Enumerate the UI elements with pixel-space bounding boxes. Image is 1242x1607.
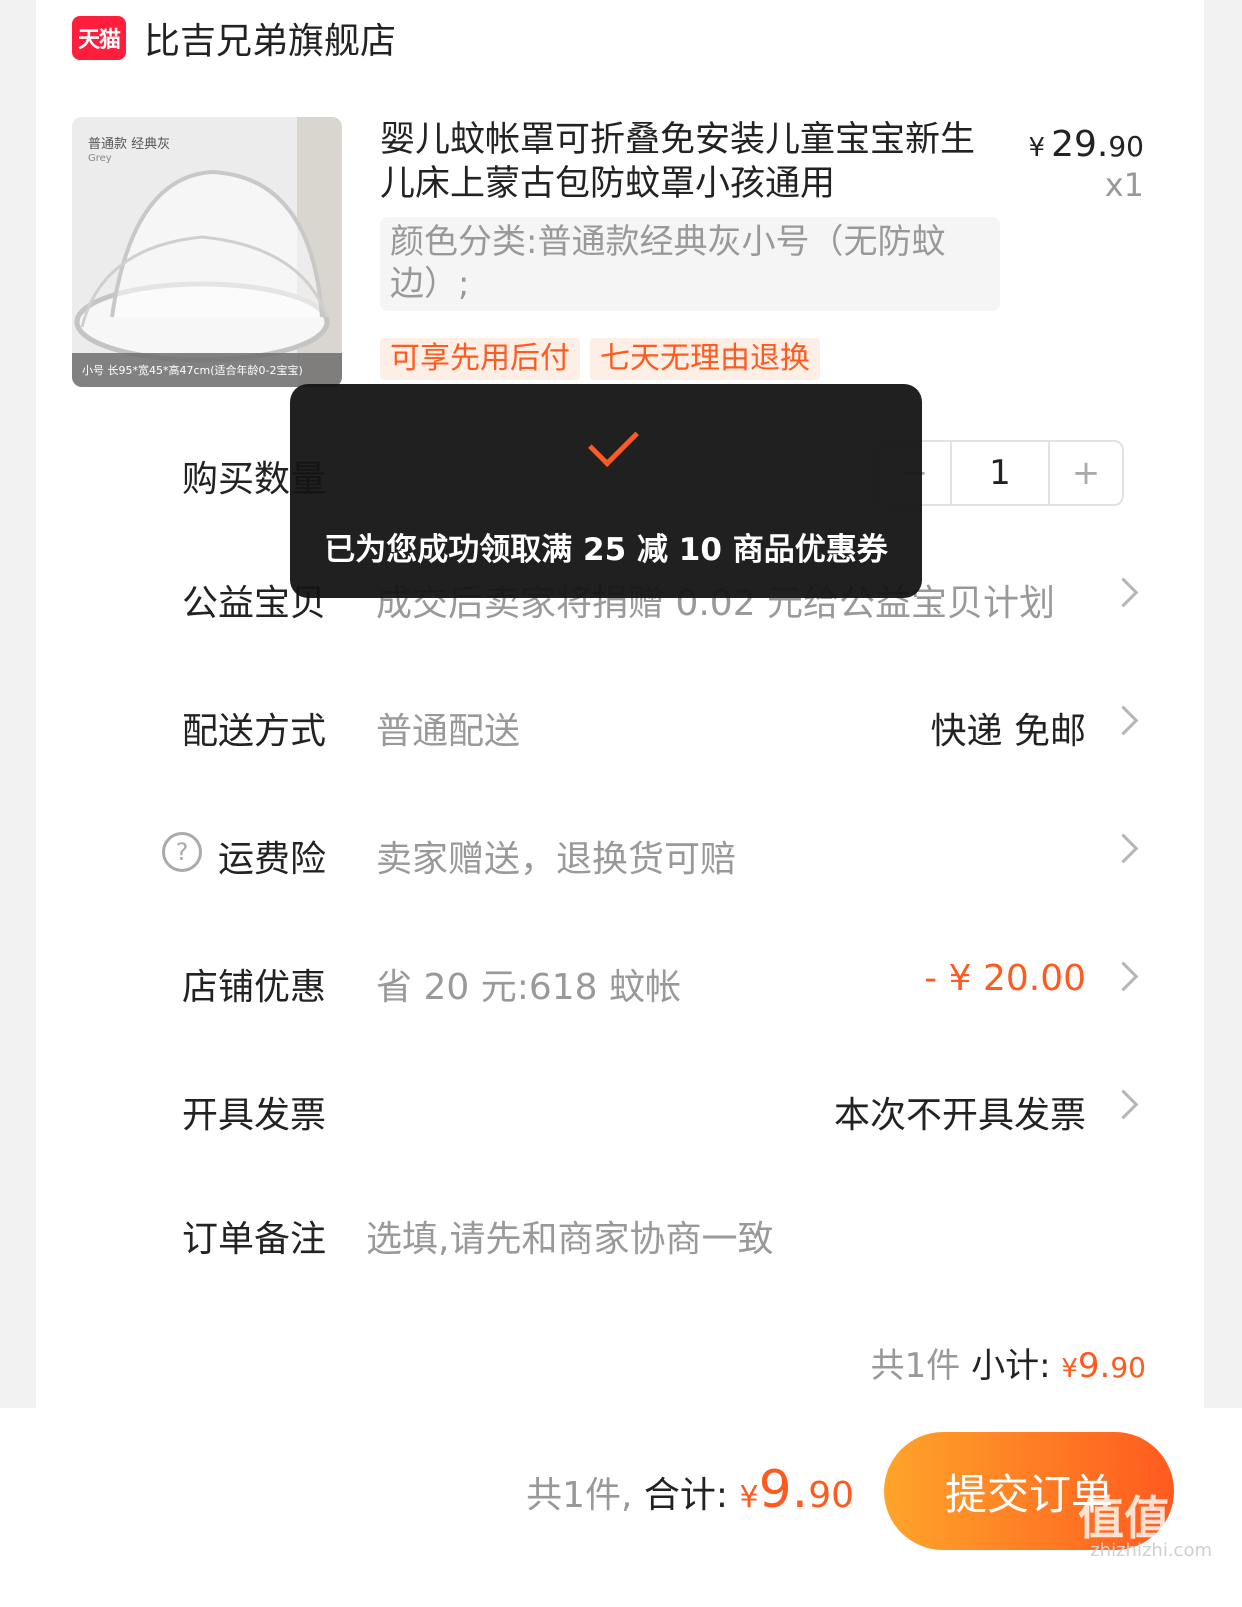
row-order-note[interactable]: 订单备注 选填,请先和商家协商一致 [36, 1190, 1204, 1270]
sku-selector[interactable]: 颜色分类:普通款经典灰小号（无防蚊边）; [380, 217, 1000, 311]
chevron-right-icon [1108, 705, 1139, 736]
price-integer: 29. [1051, 124, 1109, 165]
chevron-right-icon [1108, 577, 1139, 608]
plus-button[interactable]: + [1050, 442, 1122, 504]
subtotal-currency: ¥ [1061, 1354, 1078, 1384]
service-tags: 可享先用后付 七天无理由退换 [380, 338, 820, 380]
insurance-value: 卖家赠送，退换货可赔 [376, 839, 737, 880]
insurance-label: 运费险 [218, 839, 327, 880]
toast-message: 已为您成功领取满 25 减 10 商品优惠券 [324, 532, 888, 568]
coupon-toast: 已为您成功领取满 25 减 10 商品优惠券 [290, 384, 922, 598]
question-icon[interactable]: ? [162, 832, 202, 872]
subtotal-count: 共1件 [870, 1346, 961, 1386]
product-image[interactable]: 普通款 经典灰 Grey 小号 长95*宽45*高47cm(适合年龄0-2宝宝) [72, 117, 342, 387]
product-price: ¥29.90 [1029, 124, 1144, 165]
tmall-logo-icon: 天猫 [72, 16, 126, 60]
row-invoice[interactable]: 开具发票 本次不开具发票 [36, 1066, 1204, 1146]
note-input[interactable]: 选填,请先和商家协商一致 [366, 1210, 773, 1262]
product-title[interactable]: 婴儿蚊帐罩可折叠免安装儿童宝宝新生儿床上蒙古包防蚊罩小孩通用 [380, 118, 1000, 206]
quantity-value[interactable]: 1 [950, 442, 1050, 504]
store-name[interactable]: 比吉兄弟旗舰店 [144, 12, 396, 64]
mosquito-net-illustration [72, 117, 342, 387]
store-header[interactable]: 天猫 比吉兄弟旗舰店 [72, 10, 396, 66]
subtotal-integer: 9. [1077, 1346, 1111, 1386]
row-shipping-insurance[interactable]: ? 运费险 卖家赠送，退换货可赔 [36, 810, 1204, 890]
watermark-url: zhizhizhi.com [1090, 1540, 1212, 1561]
thumb-label: 普通款 经典灰 [88, 137, 171, 152]
subtotal-decimal: 90 [1110, 1351, 1146, 1384]
total-decimal: 90 [808, 1475, 854, 1516]
invoice-value: 本次不开具发票 [833, 1095, 1086, 1136]
delivery-method: 快递 免邮 [930, 711, 1086, 752]
subtotal-label: 小计: [971, 1346, 1051, 1386]
delivery-value: 普通配送 [376, 711, 521, 752]
subtotal: 共1件 小计: ¥9.90 [871, 1338, 1146, 1387]
watermark-logo: 值值值 [1078, 1491, 1216, 1545]
thumb-sublabel: Grey [88, 153, 112, 164]
currency-symbol: ¥ [1028, 133, 1046, 163]
price-decimal: 90 [1108, 130, 1144, 163]
note-label: 订单备注 [182, 1219, 327, 1260]
delivery-label: 配送方式 [182, 711, 327, 752]
row-delivery[interactable]: 配送方式 普通配送 快递 免邮 [36, 682, 1204, 762]
discount-value: 省 20 元:618 蚊帐 [376, 967, 681, 1008]
order-total: 共1件, 合计: ¥9.90 [526, 1460, 854, 1520]
total-currency: ¥ [739, 1480, 759, 1515]
chevron-right-icon [1108, 1089, 1139, 1120]
invoice-label: 开具发票 [182, 1095, 327, 1136]
tag-seven-day-return: 七天无理由退换 [590, 338, 820, 380]
total-integer: 9. [758, 1460, 809, 1520]
discount-label: 店铺优惠 [182, 967, 327, 1008]
row-store-discount[interactable]: 店铺优惠 省 20 元:618 蚊帐 - ¥ 20.00 [36, 938, 1204, 1018]
total-count: 共1件, [526, 1475, 633, 1516]
chevron-right-icon [1108, 961, 1139, 992]
discount-amount: - ¥ 20.00 [924, 958, 1086, 999]
total-label: 合计: [643, 1475, 729, 1516]
thumb-size-caption: 小号 长95*宽45*高47cm(适合年龄0-2宝宝) [72, 353, 342, 387]
checkmark-icon [588, 416, 639, 467]
chevron-right-icon [1108, 833, 1139, 864]
product-quantity: x1 [1104, 166, 1144, 204]
tag-pay-later: 可享先用后付 [380, 338, 580, 380]
